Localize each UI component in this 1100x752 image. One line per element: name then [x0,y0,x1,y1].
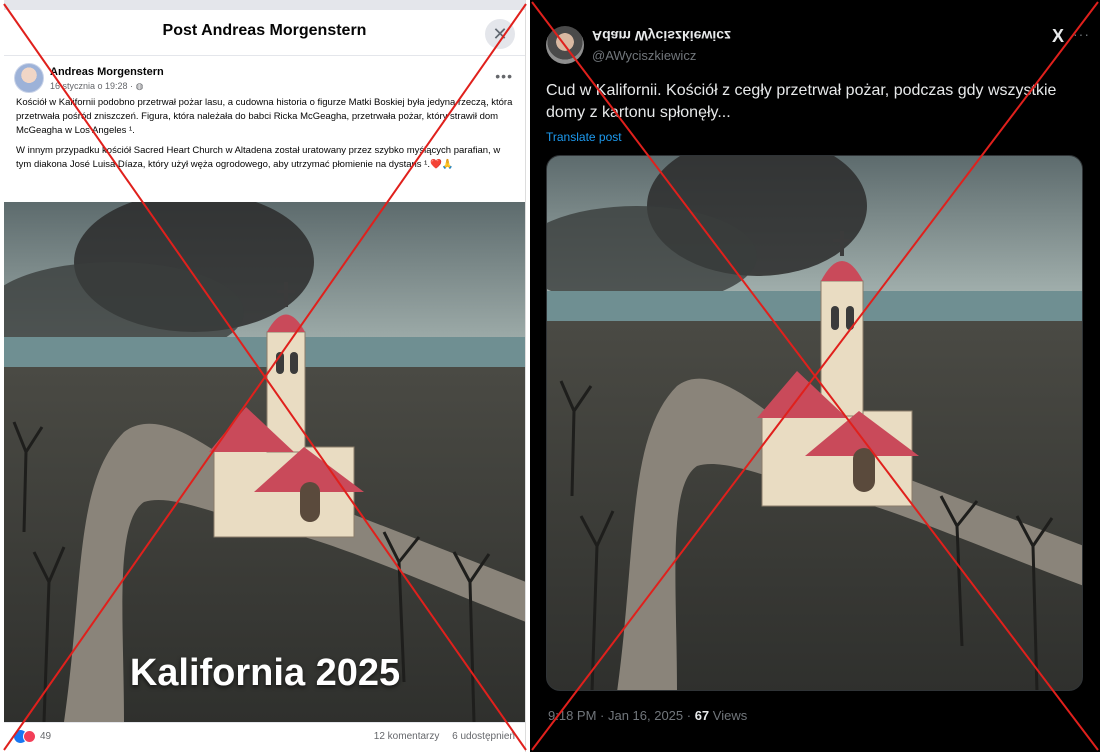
author-name[interactable]: Andreas Morgenstern [50,66,164,78]
post-photo[interactable] [546,155,1083,691]
close-icon[interactable]: ✕ [485,19,515,49]
post-timestamp[interactable]: 9:18 PM · Jan 16, 2025 · [548,708,695,723]
views-label: Views [709,708,748,723]
post-dialog-header: Post Andreas Morgenstern ✕ [4,10,525,56]
post-paragraph-1: Kościół w Kalifornii podobno przetrwał p… [16,97,513,136]
x-logo-icon[interactable]: X [1052,26,1064,47]
burned-church-photo [4,202,525,722]
burned-church-photo [547,156,1082,690]
post-stats: 12 komentarzy 6 udostępnień [364,731,515,742]
avatar[interactable] [546,26,584,64]
display-name[interactable]: Adam Wyciszkiewicz [592,28,731,44]
photo-caption: Kalifornia 2025 [129,652,401,694]
views-count: 67 [694,708,710,723]
shares-count[interactable]: 6 udostępnień [452,731,515,742]
translate-post-link[interactable]: Translate post [546,130,622,144]
post-text: Kościół w Kalifornii podobno przetrwał p… [4,96,525,172]
comments-count[interactable]: 12 komentarzy [374,731,440,742]
globe-icon: ◍ [135,81,144,91]
post-photo[interactable]: Kalifornia 2025 [4,202,525,722]
post-paragraph-2: W innym przypadku kościół Sacred Heart C… [16,145,501,170]
x-post-panel: Adam Wyciszkiewicz @AWyciszkiewicz X ···… [530,0,1100,752]
more-options-icon[interactable]: ··· [1073,26,1090,42]
more-options-icon[interactable]: ••• [495,68,513,84]
post-text: Cud w Kalifornii. Kościół z cegły przetr… [546,82,1057,121]
post-footer: 49 12 komentarzy 6 udostępnień [4,722,525,752]
reaction-count: 49 [40,731,52,742]
facebook-post-panel: Post Andreas Morgenstern ✕ Andreas Morge… [4,0,526,752]
post-meta: 9:18 PM · Jan 16, 2025 · 67 Views [548,708,747,723]
user-handle[interactable]: @AWyciszkiewicz [592,48,696,63]
browser-strip [4,0,525,10]
post-author-row: Andreas Morgenstern 16 stycznia o 19:28 … [4,56,525,96]
avatar[interactable] [14,63,44,93]
post-dialog-title: Post Andreas Morgenstern [162,22,367,39]
reactions[interactable]: 49 [14,730,51,743]
love-reaction-icon [23,730,36,743]
post-timestamp[interactable]: 16 stycznia o 19:28 · ◍ [50,81,143,92]
